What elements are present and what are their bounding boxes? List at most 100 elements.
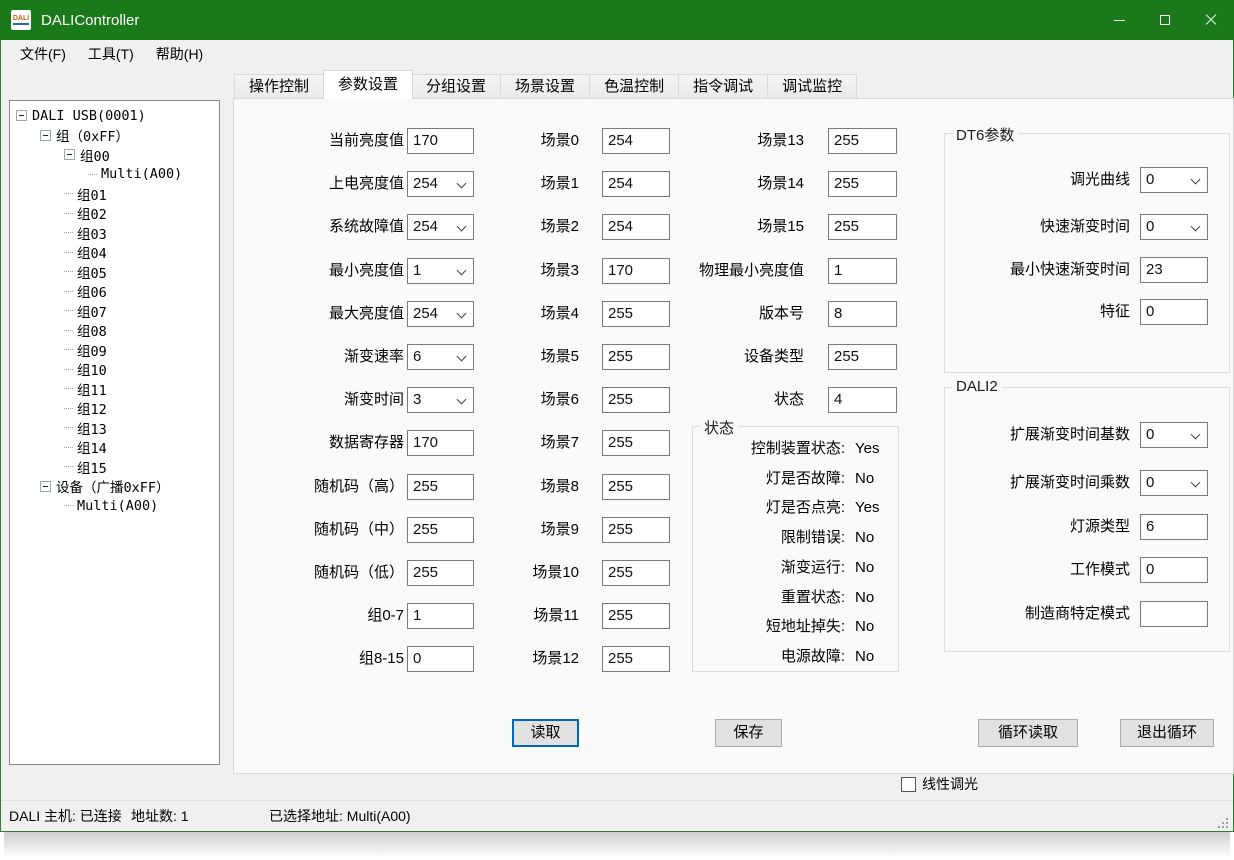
tree-node[interactable]: 组（0xFF） [10, 126, 219, 146]
param-label: 设备类型 [652, 344, 804, 370]
status-label: 短地址掉失: [693, 617, 845, 637]
param-input[interactable] [1140, 601, 1208, 627]
tree-node[interactable]: 组02 [10, 204, 219, 224]
param-label: 场景13 [652, 128, 804, 154]
menu-item-1[interactable]: 工具(T) [77, 40, 145, 68]
status-value: Yes [855, 498, 879, 518]
tree-node[interactable]: 组07 [10, 301, 219, 321]
param-input[interactable]: 255 [828, 344, 897, 370]
param-input[interactable]: 255 [828, 128, 897, 154]
maximize-icon [1160, 15, 1170, 25]
tree-node[interactable]: 组13 [10, 418, 219, 438]
param-input[interactable]: 255 [828, 171, 897, 197]
param-value: 6 [1146, 518, 1154, 535]
status-label: 电源故障: [693, 647, 845, 667]
tree-node[interactable]: 组08 [10, 321, 219, 341]
status-value: No [855, 469, 874, 489]
tree-connector [64, 232, 73, 233]
tree-node[interactable]: 组15 [10, 457, 219, 477]
param-input[interactable]: 255 [602, 517, 670, 543]
read-button[interactable]: 读取 [512, 719, 579, 747]
param-input[interactable]: 255 [602, 430, 670, 456]
tab-2[interactable]: 分组设置 [412, 74, 501, 99]
param-input[interactable]: 6 [1140, 514, 1208, 540]
tree-connector [64, 252, 73, 253]
tree-node[interactable]: DALI USB(0001) [10, 106, 219, 126]
param-label: 制造商特定模式 [949, 601, 1130, 627]
tree-node[interactable]: 组12 [10, 399, 219, 419]
dali2-group: DALI2扩展渐变时间基数0扩展渐变时间乘数0灯源类型6工作模式0制造商特定模式 [944, 387, 1230, 652]
param-value: 0 [1146, 474, 1154, 491]
param-input[interactable]: 8 [828, 301, 897, 327]
tree-expander-icon[interactable] [40, 481, 51, 492]
tab-5[interactable]: 指令调试 [679, 74, 768, 99]
param-input[interactable]: 255 [602, 474, 670, 500]
tree-node[interactable]: 组03 [10, 223, 219, 243]
tree-node[interactable]: 组04 [10, 243, 219, 263]
tree-node[interactable]: 组09 [10, 340, 219, 360]
tab-6[interactable]: 调试监控 [768, 74, 857, 99]
tree-connector [64, 291, 73, 292]
tree-node[interactable]: 组01 [10, 184, 219, 204]
status-label: 灯是否故障: [693, 469, 845, 489]
tree-node[interactable]: 组05 [10, 262, 219, 282]
close-button[interactable] [1188, 0, 1234, 40]
menu-item-2[interactable]: 帮助(H) [145, 40, 214, 68]
tab-3[interactable]: 场景设置 [501, 74, 590, 99]
param-input[interactable]: 0 [1140, 557, 1208, 583]
tree-expander-icon[interactable] [64, 149, 75, 160]
tree-node[interactable]: Multi(A00) [10, 165, 219, 185]
status-label: 渐变运行: [693, 558, 845, 578]
param-input[interactable]: 23 [1140, 257, 1208, 283]
minimize-button[interactable] [1096, 0, 1142, 40]
tab-strip: 操作控制参数设置分组设置场景设置色温控制指令调试调试监控 [234, 73, 857, 99]
tree-node[interactable]: 设备（广播0xFF） [10, 477, 219, 497]
param-input[interactable]: 255 [602, 603, 670, 629]
menu-item-0[interactable]: 文件(F) [9, 40, 77, 68]
param-combo[interactable]: 0 [1140, 214, 1208, 240]
save-button[interactable]: 保存 [715, 719, 782, 747]
device-tree: DALI USB(0001)组（0xFF）组00Multi(A00)组01组02… [9, 100, 220, 765]
param-input[interactable]: 0 [1140, 299, 1208, 325]
param-combo[interactable]: 0 [1140, 167, 1208, 193]
tree-expander-icon[interactable] [40, 130, 51, 141]
linear-dimming-checkbox[interactable]: 线性调光 [901, 774, 978, 794]
tree-node[interactable]: 组11 [10, 379, 219, 399]
param-input[interactable]: 4 [828, 387, 897, 413]
param-value: 4 [834, 391, 842, 408]
param-combo[interactable]: 0 [1140, 470, 1208, 496]
param-input[interactable]: 255 [602, 560, 670, 586]
loop-read-button[interactable]: 循环读取 [978, 719, 1078, 747]
window-shadow [4, 832, 1230, 858]
param-input[interactable]: 255 [828, 214, 897, 240]
maximize-button[interactable] [1142, 0, 1188, 40]
tab-0[interactable]: 操作控制 [234, 74, 324, 99]
tree-node[interactable]: 组14 [10, 438, 219, 458]
tab-1[interactable]: 参数设置 [323, 70, 413, 99]
tree-node[interactable]: 组10 [10, 360, 219, 380]
tree-node[interactable]: 组06 [10, 282, 219, 302]
tree-expander-icon[interactable] [16, 110, 27, 121]
status-value: Yes [855, 439, 879, 459]
tree-connector [64, 193, 73, 194]
param-value: 255 [608, 434, 633, 451]
tree-node-label: 组10 [77, 359, 107, 379]
tree-node-label: Multi(A00) [101, 166, 182, 182]
exit-loop-button[interactable]: 退出循环 [1120, 719, 1214, 747]
param-input[interactable]: 1 [828, 258, 897, 284]
param-label: 特征 [949, 299, 1130, 325]
tab-4[interactable]: 色温控制 [590, 74, 679, 99]
param-row: 灯源类型6 [945, 514, 1229, 540]
param-combo[interactable]: 0 [1140, 422, 1208, 448]
status-row: 短地址掉失: No [693, 617, 898, 637]
param-input[interactable]: 255 [602, 646, 670, 672]
title-bar[interactable]: DALI DALIController [0, 0, 1234, 40]
param-row: 特征 0 [945, 299, 1229, 325]
tree-node[interactable]: 组00 [10, 145, 219, 165]
tree-node[interactable]: Multi(A00) [10, 496, 219, 516]
chevron-down-icon [1191, 430, 1201, 440]
resize-grip-icon[interactable] [1226, 818, 1228, 820]
chevron-down-icon [1191, 478, 1201, 488]
status-value: No [855, 617, 874, 637]
tree-node-label: 组06 [77, 281, 107, 301]
